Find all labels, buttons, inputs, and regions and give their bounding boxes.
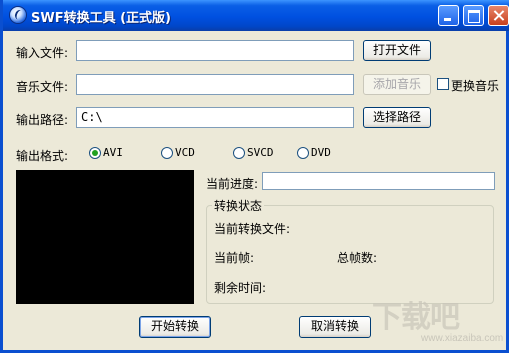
music-file-field[interactable] [76, 74, 354, 95]
format-dvd-radio[interactable] [297, 147, 309, 159]
output-path-label: 输出路径: [16, 113, 69, 127]
input-file-label: 输入文件: [16, 46, 69, 60]
format-avi-label[interactable]: AVI [103, 146, 123, 159]
replace-music-checkbox[interactable] [437, 78, 449, 90]
minimize-button[interactable] [438, 5, 459, 26]
remaining-time-label: 剩余时间: [214, 281, 267, 295]
add-music-button[interactable]: 添加音乐 [363, 74, 431, 95]
flash-app-icon [10, 7, 26, 23]
app-window: SWF转换工具 (正式版) 输入文件: 打开文件 音乐文件: 添加音乐 更换音乐… [0, 0, 509, 353]
output-format-label: 输出格式: [16, 149, 69, 163]
cancel-convert-button[interactable]: 取消转换 [299, 316, 371, 338]
close-button[interactable] [488, 5, 509, 26]
format-vcd-radio[interactable] [161, 147, 173, 159]
current-file-label: 当前转换文件: [214, 222, 291, 236]
current-frame-label: 当前帧: [214, 251, 255, 265]
input-file-field[interactable] [76, 40, 354, 61]
maximize-button[interactable] [463, 5, 484, 26]
choose-path-button[interactable]: 选择路径 [363, 107, 431, 128]
music-file-label: 音乐文件: [16, 80, 69, 94]
format-svcd-radio[interactable] [233, 147, 245, 159]
title-bar[interactable]: SWF转换工具 (正式版) [3, 0, 509, 31]
status-group-title: 转换状态 [212, 197, 265, 214]
site-watermark: 下载吧 [372, 300, 460, 335]
window-title: SWF转换工具 (正式版) [31, 11, 171, 26]
output-path-field[interactable]: C:\ [76, 107, 354, 128]
format-vcd-label[interactable]: VCD [175, 146, 195, 159]
progress-label: 当前进度: [206, 177, 259, 191]
format-dvd-label[interactable]: DVD [311, 146, 331, 159]
video-preview [16, 170, 194, 304]
site-watermark-url: www.xiazaiba.com [421, 333, 504, 344]
start-convert-button[interactable]: 开始转换 [139, 316, 211, 338]
progress-bar [262, 172, 495, 190]
replace-music-label[interactable]: 更换音乐 [451, 77, 499, 94]
open-file-button[interactable]: 打开文件 [363, 40, 431, 61]
format-svcd-label[interactable]: SVCD [247, 146, 274, 159]
total-frames-label: 总帧数: [337, 251, 378, 265]
format-avi-radio[interactable] [89, 147, 101, 159]
